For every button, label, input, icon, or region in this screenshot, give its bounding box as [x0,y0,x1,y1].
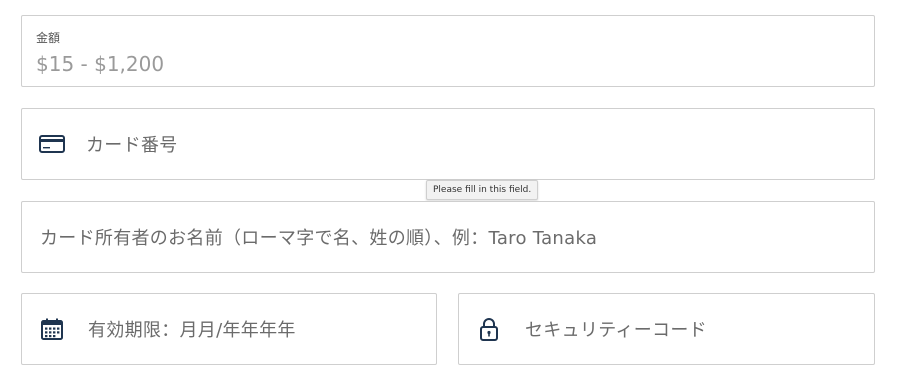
lock-icon [476,316,502,342]
amount-field[interactable]: 金額 $15 - $1,200 [21,15,875,87]
validation-tooltip: Please fill in this field. [426,180,539,200]
calendar-icon [39,316,65,342]
amount-label: 金額 [36,31,61,45]
expiry-placeholder: 有効期限：月月/年年年年 [88,320,296,341]
cardholder-placeholder: カード所有者のお名前（ローマ字で名、姓の順）、例：Taro Tanaka [40,228,598,249]
card-number-placeholder: カード番号 [86,135,178,156]
expiry-date-input[interactable]: 有効期限：月月/年年年年 [21,293,437,365]
amount-value: $15 - $1,200 [36,52,165,76]
security-code-placeholder: セキュリティーコード [525,320,707,341]
card-number-input[interactable]: カード番号 [21,108,875,180]
cardholder-name-input[interactable]: カード所有者のお名前（ローマ字で名、姓の順）、例：Taro Tanaka [21,201,875,273]
credit-card-icon [39,131,65,157]
payment-form: 金額 $15 - $1,200 カード番号 Please fill in thi… [0,0,900,374]
security-code-input[interactable]: セキュリティーコード [458,293,875,365]
